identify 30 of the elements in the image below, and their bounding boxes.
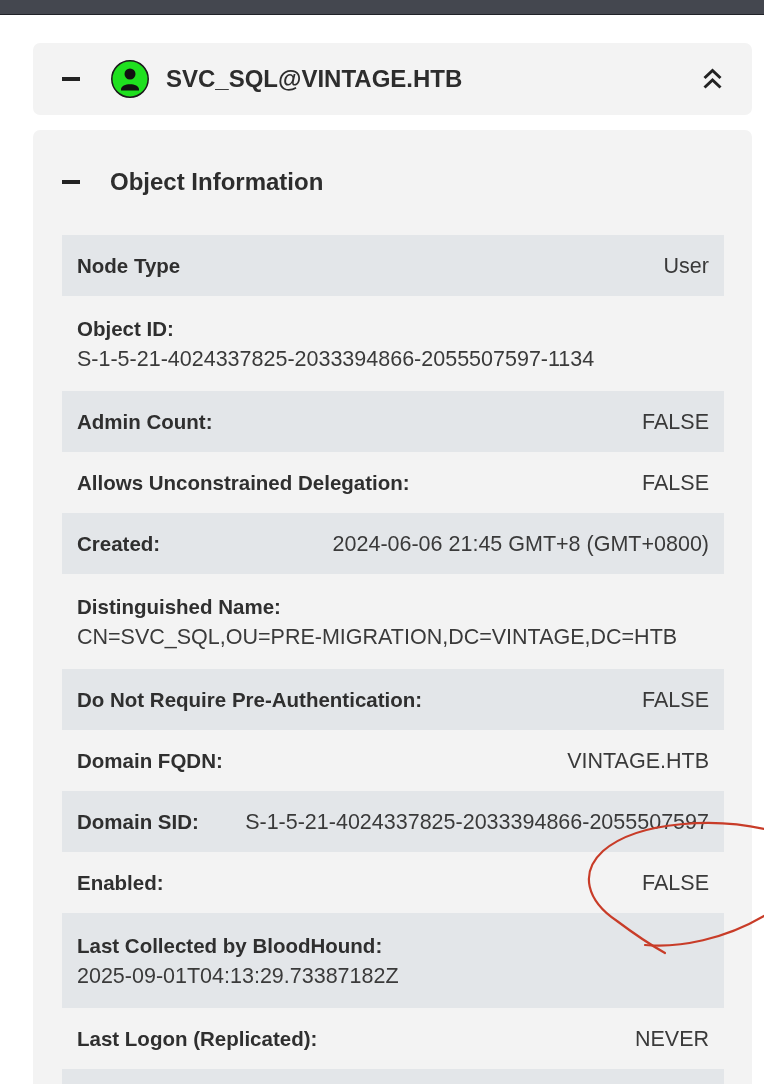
- property-label: Created:: [77, 530, 161, 557]
- property-value: User: [663, 252, 709, 280]
- property-value: 2025-09-01T04:13:29.73387182Z: [77, 962, 399, 990]
- minus-icon[interactable]: [62, 77, 80, 81]
- property-label: Last Logon (Replicated):: [77, 1025, 318, 1052]
- property-label: Do Not Require Pre-Authentication:: [77, 686, 423, 713]
- property-label: Allows Unconstrained Delegation:: [77, 469, 410, 496]
- property-label: Domain SID:: [77, 808, 199, 835]
- property-value: NEVER: [634, 1025, 709, 1053]
- property-label: Admin Count:: [77, 408, 213, 435]
- property-label: Domain FQDN:: [77, 747, 223, 774]
- property-value: FALSE: [642, 469, 709, 497]
- property-value: 2024-06-06 21:45 GMT+8 (GMT+0800): [332, 530, 709, 558]
- node-title: SVC_SQL@VINTAGE.HTB: [166, 65, 463, 93]
- property-label: Distinguished Name:: [77, 593, 281, 620]
- property-value: S-1-5-21-4024337825-2033394866-2055507597: [245, 808, 709, 836]
- property-value: CN=SVC_SQL,OU=PRE-MIGRATION,DC=VINTAGE,DC=HTB: [77, 623, 678, 651]
- property-value: FALSE: [642, 408, 709, 436]
- user-icon: [111, 60, 149, 98]
- property-value: FALSE: [642, 869, 709, 897]
- property-label: Object ID:: [77, 315, 174, 342]
- property-label: Enabled:: [77, 869, 164, 896]
- property-label: Node Type: [77, 252, 181, 279]
- property-label: Last Collected by BloodHound:: [77, 932, 383, 959]
- minus-icon[interactable]: [62, 180, 80, 184]
- property-value: S-1-5-21-4024337825-2033394866-2055507597-1134: [77, 345, 595, 373]
- property-value: VINTAGE.HTB: [567, 747, 709, 775]
- double-chevron-up-icon[interactable]: [702, 68, 723, 90]
- property-value: FALSE: [642, 686, 709, 714]
- section-title: Object Information: [110, 168, 324, 196]
